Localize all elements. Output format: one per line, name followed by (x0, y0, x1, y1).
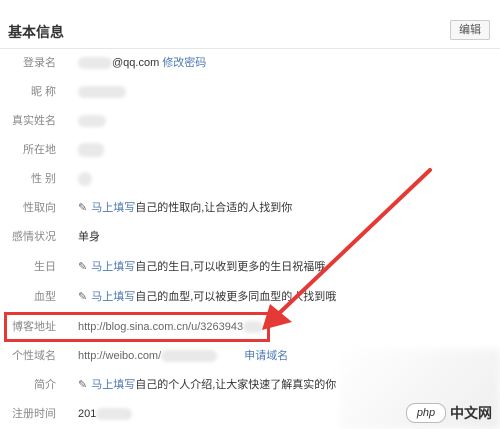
watermark-text: 中文网 (450, 405, 492, 421)
watermark-badge: php (406, 403, 446, 423)
watermark: php 中文网 (406, 403, 492, 423)
